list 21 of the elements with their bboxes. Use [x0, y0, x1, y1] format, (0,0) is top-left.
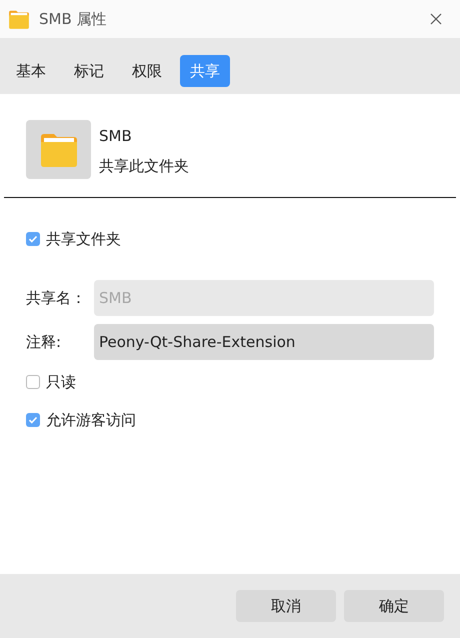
- window-title: SMB 属性: [39, 10, 108, 28]
- folder-name: SMB: [99, 127, 133, 145]
- folder-icon: [38, 132, 78, 166]
- checkbox-label: 允许游客访问: [46, 410, 136, 430]
- input-field[interactable]: Peony-Qt-Share-Extension: [94, 324, 434, 360]
- folder-icon: [8, 10, 30, 28]
- checkbox-label: 只读: [46, 372, 76, 392]
- checkmark-icon: [28, 415, 38, 425]
- folder-subtitle: 共享此文件夹: [99, 157, 189, 176]
- dialog-button[interactable]: 确定: [344, 590, 444, 622]
- checkmark-icon: [28, 234, 38, 244]
- dialog-button[interactable]: 取消: [236, 590, 336, 622]
- checkbox[interactable]: [26, 413, 40, 427]
- tab[interactable]: 权限: [122, 55, 172, 87]
- tab[interactable]: 标记: [64, 55, 114, 87]
- field-label: 共享名：: [26, 288, 87, 308]
- checkbox[interactable]: [26, 232, 40, 246]
- field-label: 注释:: [26, 332, 62, 352]
- tab[interactable]: 基本: [6, 55, 56, 87]
- checkbox-label: 共享文件夹: [46, 230, 121, 248]
- checkbox[interactable]: [26, 375, 40, 389]
